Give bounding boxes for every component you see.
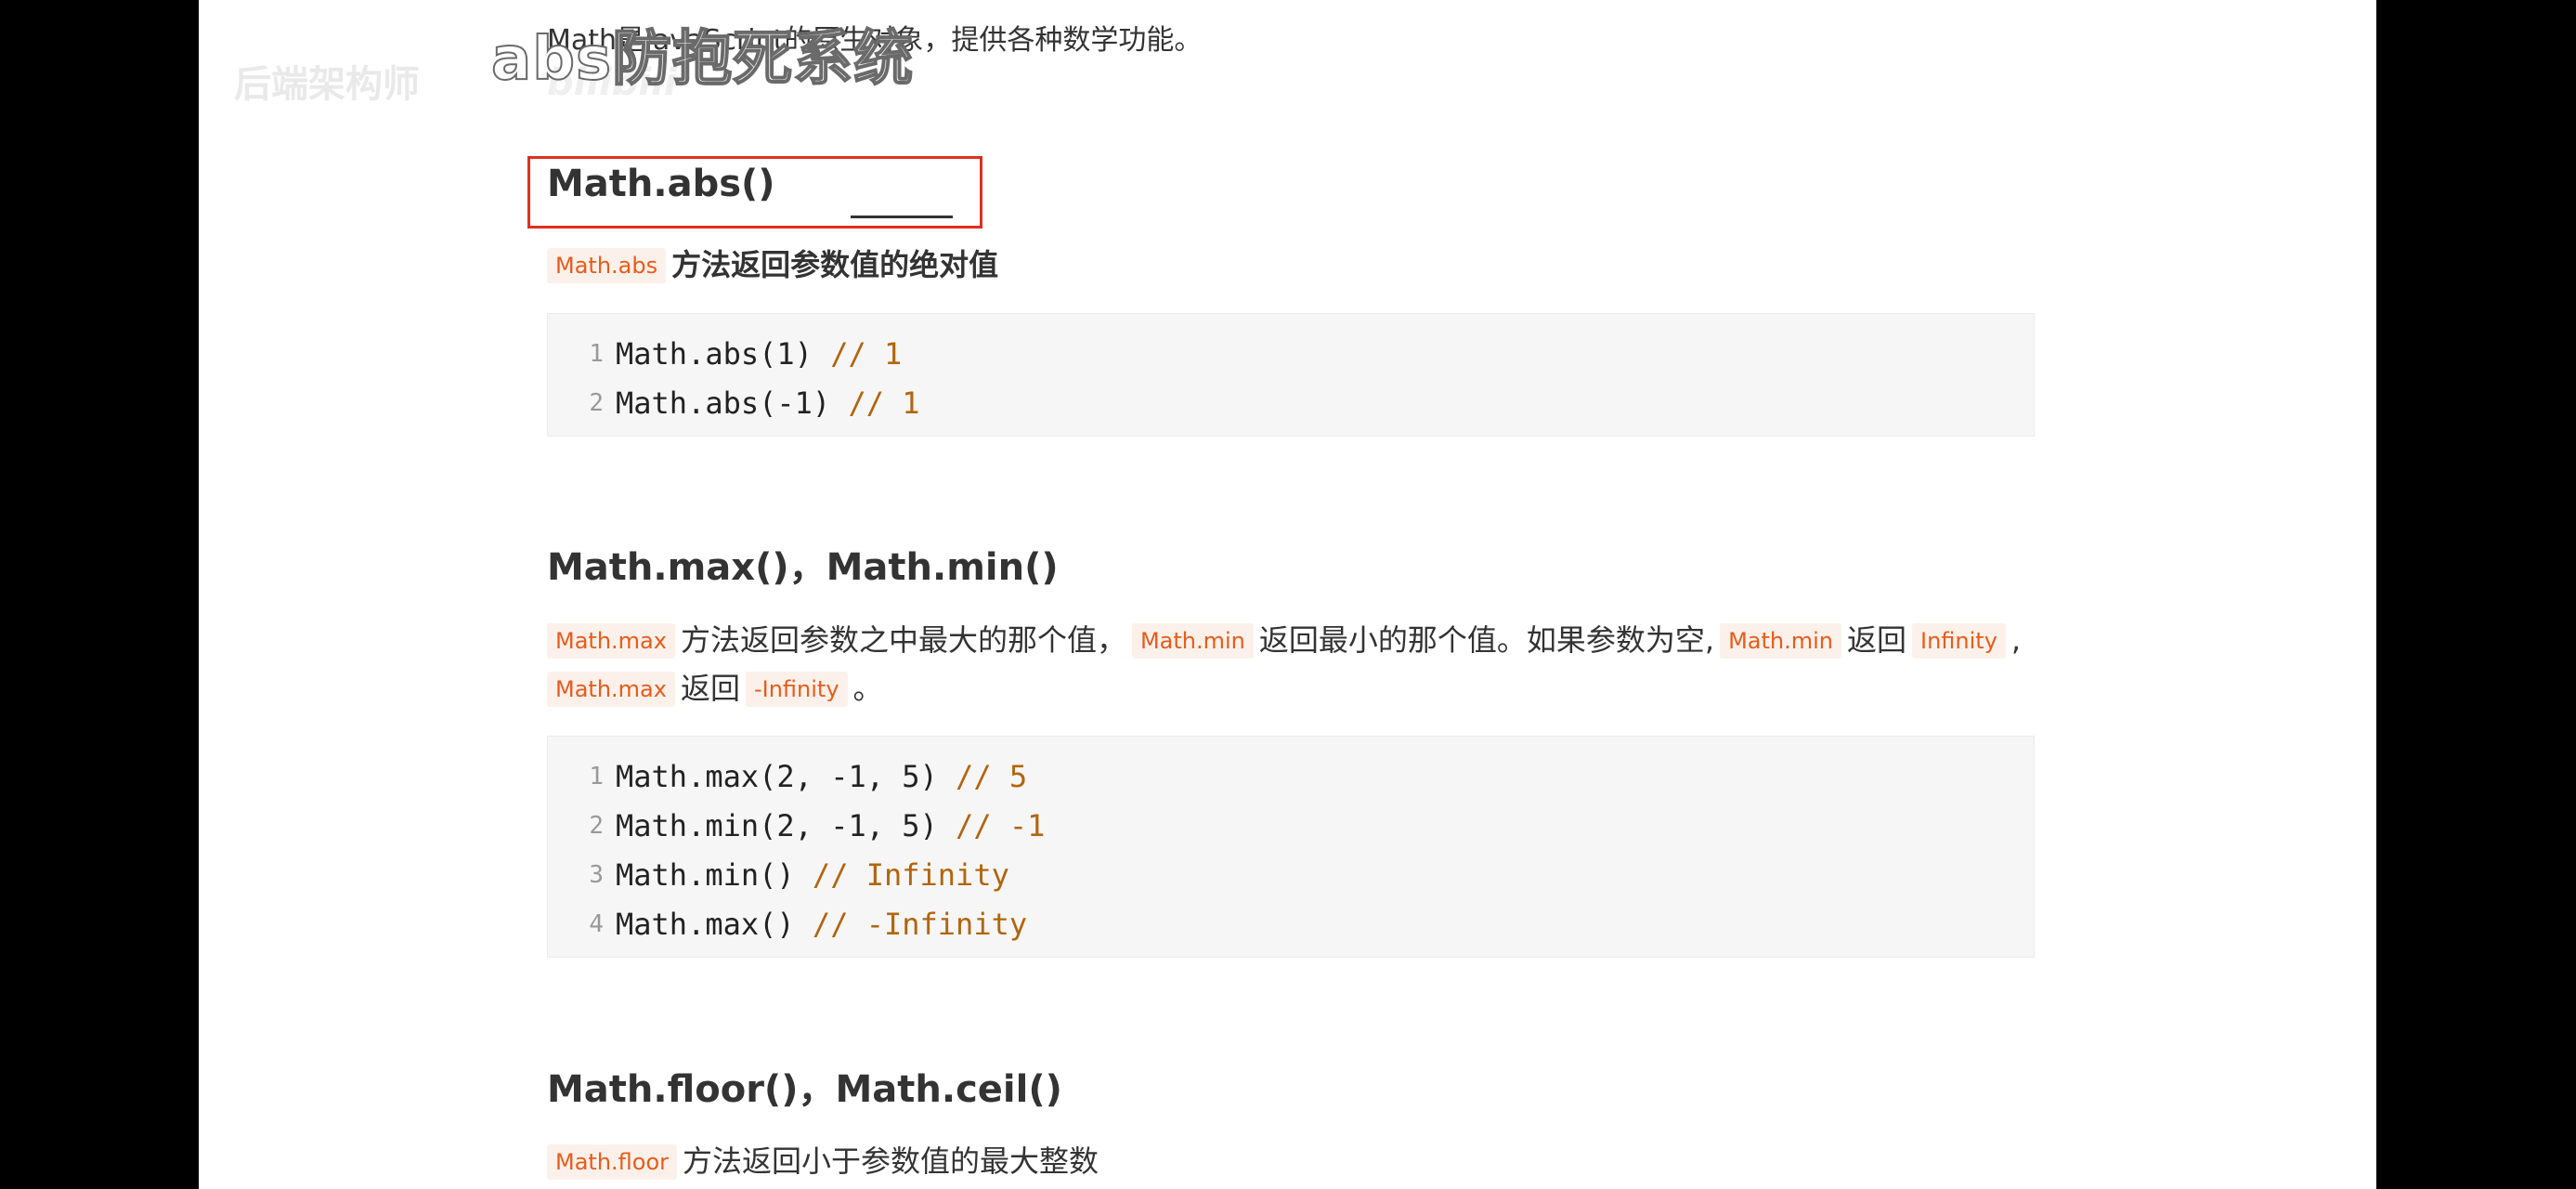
line-number: 2 [589, 388, 604, 417]
desc-text: 返回最小的那个值。如果参数为空, [1258, 622, 1715, 658]
inline-code: -Infinity [745, 672, 848, 707]
code-line: 4 Math.max() // -Infinity [548, 899, 2034, 948]
max-min-description-line1: Math.max 方法返回参数之中最大的那个值， Math.min 返回最小的那个值。… [547, 616, 2021, 664]
code-comment: // 1 [830, 335, 903, 372]
underline-annotation [851, 216, 953, 218]
code-block-abs: 1 Math.abs(1) // 1 2 Math.abs(-1) // 1 [547, 313, 2035, 437]
code-text: Math.max() [616, 906, 795, 942]
desc-text: 。 [852, 671, 883, 706]
code-comment: // 5 [956, 758, 1028, 794]
desc-text: 方法返回参数值的绝对值 [671, 247, 999, 282]
inline-code: Infinity [1912, 623, 2006, 659]
code-line: 1 Math.max(2, -1, 5) // 5 [548, 751, 2034, 801]
video-caption: abs防抱死系统 [490, 24, 915, 95]
desc-text: 返回 [1847, 622, 1907, 658]
watermark-tag: 后端架构师 [234, 63, 420, 106]
inline-code: Math.min [1131, 623, 1254, 659]
line-number: 2 [589, 811, 604, 840]
inline-code: Math.max [547, 672, 675, 707]
code-text: Math.min(2, -1, 5) [616, 807, 938, 843]
code-line: 2 Math.abs(-1) // 1 [548, 378, 2034, 427]
max-min-description-line2: Math.max 返回 -Infinity。 [547, 664, 883, 712]
inline-code: Math.min [1720, 623, 1841, 659]
code-comment: // Infinity [812, 856, 1009, 893]
code-comment: // -1 [956, 807, 1046, 843]
floor-description: Math.floor 方法返回小于参数值的最大整数 [547, 1137, 1099, 1185]
inline-code: Math.max [547, 623, 675, 659]
line-number: 1 [589, 339, 604, 368]
code-text: Math.abs(-1) [616, 385, 831, 421]
abs-description: Math.abs 方法返回参数值的绝对值 [547, 241, 998, 289]
line-number: 4 [589, 909, 604, 938]
code-comment: // -Infinity [812, 906, 1028, 942]
heading-math-max-min: Math.max()，Math.min() [547, 546, 1059, 589]
heading-math-floor-ceil: Math.floor()，Math.ceil() [547, 1068, 1062, 1111]
document-page: 后端架构师 bilibili Math是JavaScript的原生对象，提供各种… [199, 0, 2376, 1189]
desc-text: 方法返回小于参数值的最大整数 [683, 1143, 1099, 1179]
desc-text: , [2010, 622, 2022, 658]
code-block-max-min: 1 Math.max(2, -1, 5) // 5 2 Math.min(2, … [547, 736, 2035, 958]
code-line: 1 Math.abs(1) // 1 [548, 329, 2034, 378]
code-comment: // 1 [848, 385, 920, 421]
line-number: 1 [589, 762, 604, 790]
code-line: 3 Math.min() // Infinity [548, 850, 2034, 899]
desc-text: 返回 [680, 671, 740, 706]
inline-code: Math.abs [547, 248, 667, 283]
code-line: 2 Math.min(2, -1, 5) // -1 [548, 801, 2034, 850]
code-text: Math.min() [616, 856, 795, 893]
line-number: 3 [589, 860, 604, 889]
inline-code: Math.floor [547, 1144, 678, 1180]
code-text: Math.max(2, -1, 5) [616, 758, 938, 794]
desc-text: 方法返回参数之中最大的那个值， [680, 622, 1126, 658]
code-text: Math.abs(1) [616, 335, 813, 372]
